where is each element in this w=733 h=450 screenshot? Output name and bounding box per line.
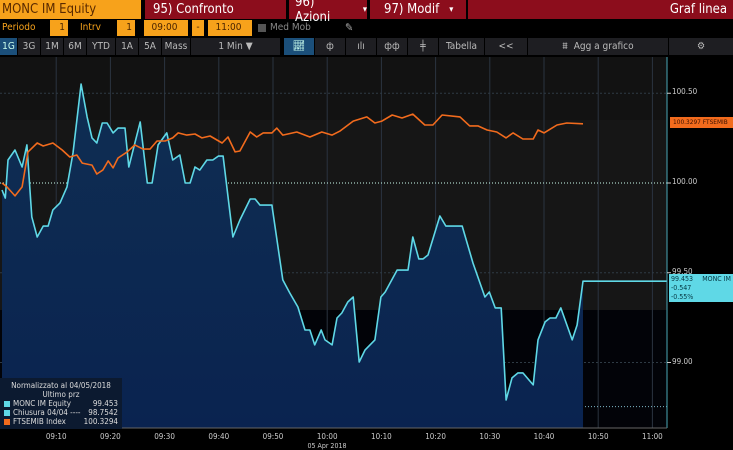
- ftsemib-price-tag: 100.3297 FTSEMIB: [670, 117, 733, 128]
- x-tick-label: 09:10: [45, 432, 67, 441]
- monc-price-tag: 99.453 MONC IM -0.547 -0.55%: [669, 274, 733, 302]
- x-tick-label: 10:20: [425, 432, 446, 441]
- date-label: 05 Apr 2018: [307, 442, 347, 450]
- legend-item-name: MONC IM Equity: [13, 399, 71, 408]
- y-tick-label: 100.00: [672, 177, 698, 186]
- x-tick-label: 10:10: [371, 432, 392, 441]
- legend-title: Normalizzato al 04/05/2018: [11, 381, 111, 390]
- monc-tag-change: -0.547: [671, 284, 692, 292]
- x-tick-label: 10:00: [316, 432, 338, 441]
- x-tick-label: 10:40: [533, 432, 555, 441]
- x-tick-label: 10:50: [587, 432, 609, 441]
- monc-tag-pct: -0.55%: [671, 293, 694, 301]
- x-tick-label: 11:00: [642, 432, 663, 441]
- legend-item-value: 99.453: [92, 399, 118, 408]
- x-tick-label: 09:50: [262, 432, 284, 441]
- legend-item-value: 98.7542: [88, 408, 118, 417]
- legend-swatch: [4, 409, 10, 416]
- legend-item[interactable]: Chiusura 04/04 ---- 98.7542: [4, 408, 118, 417]
- plot-band-top: [0, 57, 667, 120]
- legend-item-value: 100.3294: [83, 417, 118, 426]
- y-tick-label: 99.00: [672, 356, 693, 366]
- legend-subtitle: Ultimo prz: [42, 390, 80, 399]
- chart-legend: Normalizzato al 04/05/2018 Ultimo prz MO…: [0, 378, 122, 429]
- legend-item[interactable]: FTSEMIB Index 100.3294: [4, 417, 118, 426]
- legend-item-name: Chiusura 04/04 ----: [13, 408, 81, 417]
- x-tick-label: 10:30: [479, 432, 501, 441]
- legend-item[interactable]: MONC IM Equity 99.453: [4, 399, 118, 408]
- x-tick-label: 09:20: [100, 432, 121, 441]
- y-tick-label: 100.50: [672, 87, 698, 97]
- legend-swatch: [4, 400, 10, 407]
- legend-swatch: [4, 418, 10, 425]
- x-tick-label: 09:30: [154, 432, 175, 441]
- monc-tag-name: MONC IM: [702, 275, 731, 283]
- legend-item-name: FTSEMIB Index: [13, 417, 66, 426]
- monc-tag-value: 99.453: [671, 275, 694, 283]
- x-tick-label: 09:40: [208, 432, 230, 441]
